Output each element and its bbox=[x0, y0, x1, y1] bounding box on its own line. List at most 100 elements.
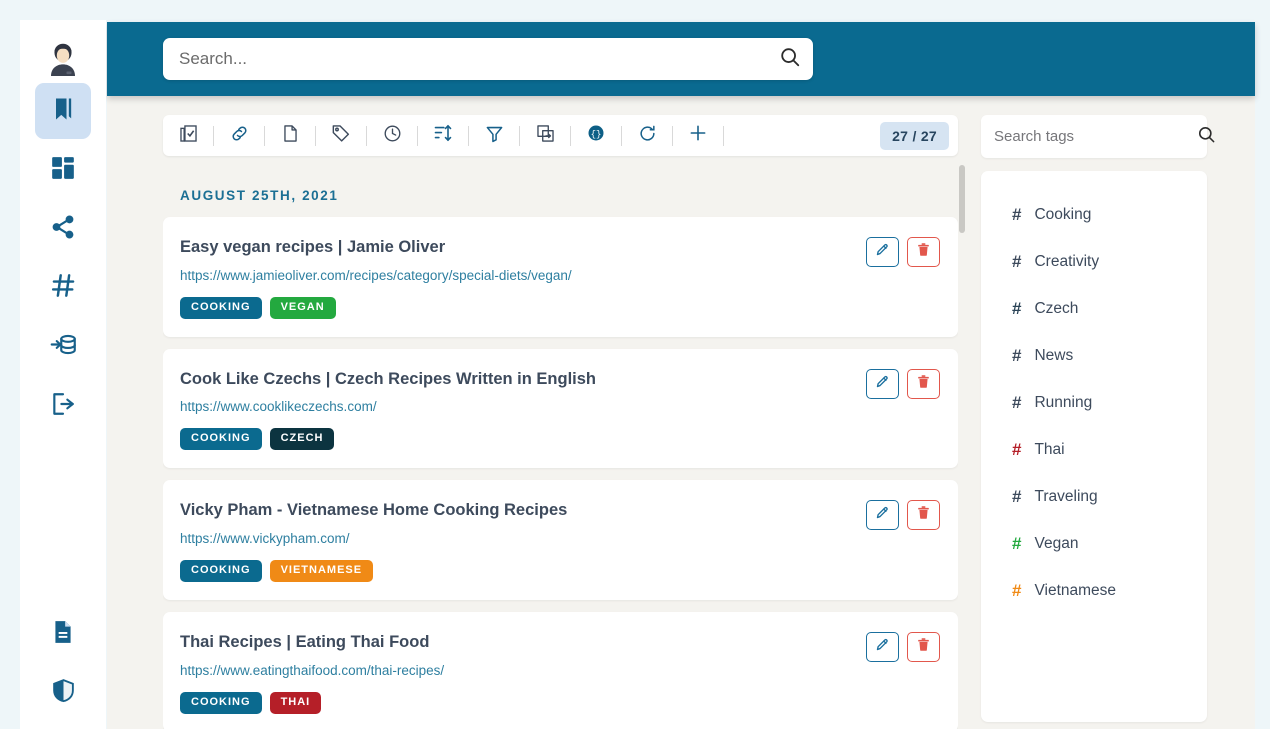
bookmark-tag[interactable]: COOKING bbox=[180, 560, 262, 582]
add-bookmark-button[interactable] bbox=[673, 115, 723, 156]
code-circle-icon: {} bbox=[587, 124, 605, 147]
bookmark-card[interactable]: Vicky Pham - Vietnamese Home Cooking Rec… bbox=[163, 480, 958, 600]
page-button[interactable] bbox=[265, 115, 315, 156]
sidebar-item-bookmarks[interactable] bbox=[35, 83, 91, 139]
tag-list-item[interactable]: #Vietnamese bbox=[981, 567, 1207, 614]
bookmark-url[interactable]: https://www.vickypham.com/ bbox=[180, 531, 940, 546]
import-icon bbox=[50, 331, 77, 363]
trash-icon bbox=[916, 505, 931, 525]
delete-bookmark-button[interactable] bbox=[907, 369, 940, 399]
select-all-icon bbox=[179, 124, 198, 148]
tags-panel: #Cooking#Creativity#Czech#News#Running#T… bbox=[981, 171, 1207, 722]
search-input[interactable] bbox=[163, 49, 767, 69]
bookmark-tag[interactable]: VEGAN bbox=[270, 297, 336, 319]
tag-list-item[interactable]: # Running bbox=[981, 379, 1207, 426]
trash-icon bbox=[916, 374, 931, 394]
list-scrollbar[interactable] bbox=[959, 165, 965, 721]
bookmark-tag[interactable]: VIETNAMESE bbox=[270, 560, 374, 582]
bookmark-counter: 27 / 27 bbox=[880, 122, 949, 150]
bookmark-card[interactable]: Thai Recipes | Eating Thai Foodhttps://w… bbox=[163, 612, 958, 729]
logout-icon bbox=[50, 391, 76, 422]
sidebar-item-documentation[interactable] bbox=[35, 606, 91, 662]
bookmark-url[interactable]: https://www.jamieoliver.com/recipes/cate… bbox=[180, 268, 940, 283]
bookmark-cards: Easy vegan recipes | Jamie Oliver https:/… bbox=[163, 217, 958, 729]
tag-search-button[interactable] bbox=[1197, 115, 1216, 158]
bookmark-tag[interactable]: THAI bbox=[270, 692, 322, 714]
filter-button[interactable] bbox=[469, 115, 519, 156]
history-button[interactable] bbox=[367, 115, 417, 156]
tag-list-item-label: Creativity bbox=[1034, 253, 1099, 271]
sidebar-item-privacy[interactable] bbox=[35, 665, 91, 721]
hash-icon bbox=[50, 272, 77, 304]
sort-button[interactable] bbox=[418, 115, 468, 156]
document-icon bbox=[50, 619, 76, 650]
refresh-icon bbox=[638, 124, 657, 148]
sidebar-item-tags[interactable] bbox=[35, 260, 91, 316]
date-header: AUGUST 25TH, 2021 bbox=[163, 170, 958, 217]
bookmark-tag[interactable]: CZECH bbox=[270, 428, 335, 450]
dashboard-icon bbox=[50, 155, 76, 186]
trash-icon bbox=[916, 637, 931, 657]
bookmarks-toolbar: {} 27 / 27 bbox=[163, 115, 958, 156]
tag-search-input[interactable] bbox=[981, 128, 1197, 145]
bookmark-url[interactable]: https://www.eatingthaifood.com/thai-reci… bbox=[180, 663, 940, 678]
search-bar bbox=[163, 38, 813, 80]
tag-list-item[interactable]: #Thai bbox=[981, 426, 1207, 473]
bookmark-tag[interactable]: COOKING bbox=[180, 428, 262, 450]
sidebar-item-import[interactable] bbox=[35, 319, 91, 375]
filter-icon bbox=[485, 124, 504, 148]
edit-bookmark-button[interactable] bbox=[866, 237, 899, 267]
hash-icon: # bbox=[1012, 441, 1021, 458]
tag-list-item-label: Running bbox=[1034, 394, 1092, 412]
bookmark-title: Easy vegan recipes | Jamie Oliver bbox=[180, 237, 940, 258]
edit-bookmark-button[interactable] bbox=[866, 369, 899, 399]
edit-bookmark-button[interactable] bbox=[866, 632, 899, 662]
bookmark-card[interactable]: Cook Like Czechs | Czech Recipes Written… bbox=[163, 349, 958, 469]
bookmark-url[interactable]: https://www.cooklikeczechs.com/ bbox=[180, 399, 940, 414]
shield-icon bbox=[51, 678, 76, 708]
tag-list-item[interactable]: #Creativity bbox=[981, 238, 1207, 285]
link-icon bbox=[230, 124, 249, 148]
tag-list-item[interactable]: #News bbox=[981, 332, 1207, 379]
tag-list-item-label: Traveling bbox=[1034, 488, 1097, 506]
tag-search-bar bbox=[981, 115, 1207, 158]
delete-bookmark-button[interactable] bbox=[907, 632, 940, 662]
search-button[interactable] bbox=[767, 38, 813, 80]
duplicate-button[interactable] bbox=[520, 115, 570, 156]
avatar[interactable] bbox=[42, 38, 84, 80]
hash-icon: # bbox=[1012, 300, 1021, 317]
sidebar-item-share[interactable] bbox=[35, 201, 91, 257]
hash-icon: # bbox=[1012, 206, 1021, 223]
link-button[interactable] bbox=[214, 115, 264, 156]
tag-list-item[interactable]: # Czech bbox=[981, 285, 1207, 332]
bookmark-title: Vicky Pham - Vietnamese Home Cooking Rec… bbox=[180, 500, 940, 521]
hash-icon: # bbox=[1012, 347, 1021, 364]
trash-icon bbox=[916, 242, 931, 262]
hash-icon: # bbox=[1012, 535, 1021, 552]
bookmark-card[interactable]: Easy vegan recipes | Jamie Oliver https:/… bbox=[163, 217, 958, 337]
page-icon bbox=[281, 124, 300, 148]
sidebar-item-logout[interactable] bbox=[35, 378, 91, 434]
pencil-icon bbox=[875, 242, 890, 262]
app-root: {} 27 / 27 bbox=[0, 0, 1270, 729]
refresh-button[interactable] bbox=[622, 115, 672, 156]
bookmark-tag[interactable]: COOKING bbox=[180, 297, 262, 319]
bookmark-tag[interactable]: COOKING bbox=[180, 692, 262, 714]
tag-button[interactable] bbox=[316, 115, 366, 156]
scrollbar-thumb[interactable] bbox=[959, 165, 965, 233]
bookmark-tags: COOKING VEGAN bbox=[180, 297, 940, 319]
tag-list-item-label: Vietnamese bbox=[1034, 582, 1116, 600]
select-all-button[interactable] bbox=[163, 115, 213, 156]
pencil-icon bbox=[875, 637, 890, 657]
tag-list-item-label: Czech bbox=[1034, 300, 1078, 318]
delete-bookmark-button[interactable] bbox=[907, 500, 940, 530]
edit-bookmark-button[interactable] bbox=[866, 500, 899, 530]
hash-icon: # bbox=[1012, 394, 1021, 411]
tag-list-item[interactable]: #Vegan bbox=[981, 520, 1207, 567]
tag-list-item[interactable]: # Cooking bbox=[981, 191, 1207, 238]
code-button[interactable]: {} bbox=[571, 115, 621, 156]
sidebar-item-dashboard[interactable] bbox=[35, 142, 91, 198]
delete-bookmark-button[interactable] bbox=[907, 237, 940, 267]
tag-list-item-label: Cooking bbox=[1034, 206, 1091, 224]
tag-list-item[interactable]: #Traveling bbox=[981, 473, 1207, 520]
